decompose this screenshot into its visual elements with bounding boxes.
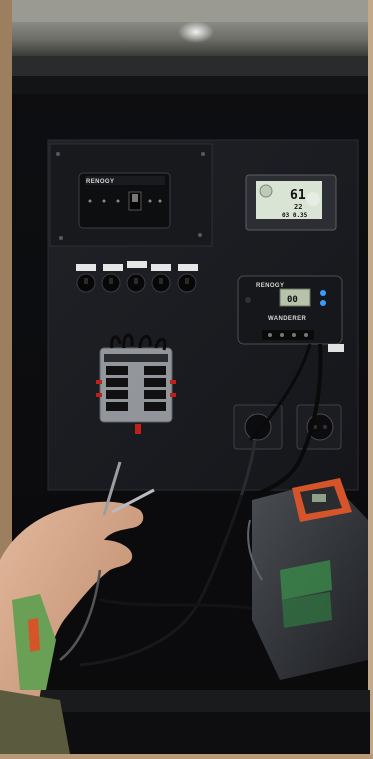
dc-controller-brand: RENOGY — [86, 179, 114, 185]
device-labels: RENOGY 61 22 03 0.35 RENOGY WANDERER 00 — [86, 179, 308, 322]
charge-controller-brand: RENOGY — [256, 283, 284, 289]
charge-controller-model: WANDERER — [268, 316, 306, 322]
monitor-main-reading: 61 — [290, 188, 306, 203]
charge-controller-lcd: 00 — [287, 295, 298, 305]
monitor-secondary-reading: 22 — [294, 203, 302, 211]
photo-scene: RENOGY 61 22 03 0.35 RENOGY WANDERER 00 — [0, 0, 373, 754]
monitor-bottom-reading: 03 0.35 — [282, 212, 308, 219]
